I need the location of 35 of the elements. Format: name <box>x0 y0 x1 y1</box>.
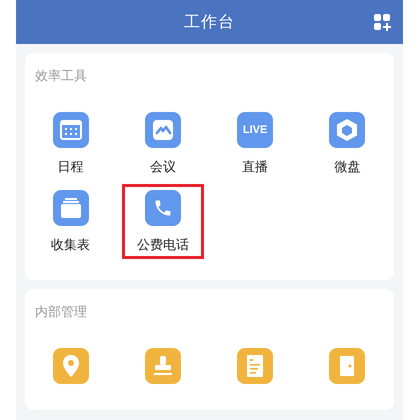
app-tile[interactable] <box>237 348 274 384</box>
app-label[interactable]: 直播 <box>242 158 268 176</box>
app-label[interactable]: 日程 <box>58 158 84 176</box>
app-tile[interactable] <box>52 190 89 226</box>
app-item[interactable]: 微盘 <box>306 106 388 181</box>
calendar-icon <box>60 120 82 140</box>
tray-icon <box>60 198 82 218</box>
app-tile[interactable] <box>144 348 181 384</box>
app-item[interactable]: LIVE 直播 <box>214 106 296 181</box>
app-tile[interactable] <box>144 112 181 148</box>
door-icon <box>338 355 356 377</box>
app-tile[interactable] <box>52 112 89 148</box>
location-pin-icon <box>62 354 80 378</box>
app-label[interactable]: 收集表 <box>51 236 90 254</box>
add-app-icon[interactable] <box>374 14 391 31</box>
app-tile[interactable] <box>329 348 366 384</box>
app-label[interactable]: 会议 <box>150 158 176 176</box>
app-label[interactable]: 公费电话 <box>136 236 189 254</box>
app-tile[interactable] <box>329 112 366 148</box>
app-tile[interactable] <box>52 348 89 384</box>
meeting-icon <box>152 119 174 141</box>
app-item[interactable]: 日程 <box>30 106 112 181</box>
app-item[interactable]: 会议 <box>122 106 204 181</box>
cube-icon <box>336 118 358 142</box>
section-title: 内部管理 <box>35 304 87 321</box>
app-item[interactable]: 收集表 <box>30 184 112 259</box>
document-icon <box>246 354 264 378</box>
stamp-icon <box>152 355 174 377</box>
section-title: 效率工具 <box>35 68 87 85</box>
phone-icon <box>152 198 173 218</box>
app-item[interactable]: 公费电话 <box>122 184 204 259</box>
app-tile[interactable] <box>144 190 181 226</box>
page-title: 工作台 <box>184 12 235 32</box>
app-label[interactable]: 微盘 <box>334 158 360 176</box>
live-icon: LIVE <box>242 124 268 136</box>
